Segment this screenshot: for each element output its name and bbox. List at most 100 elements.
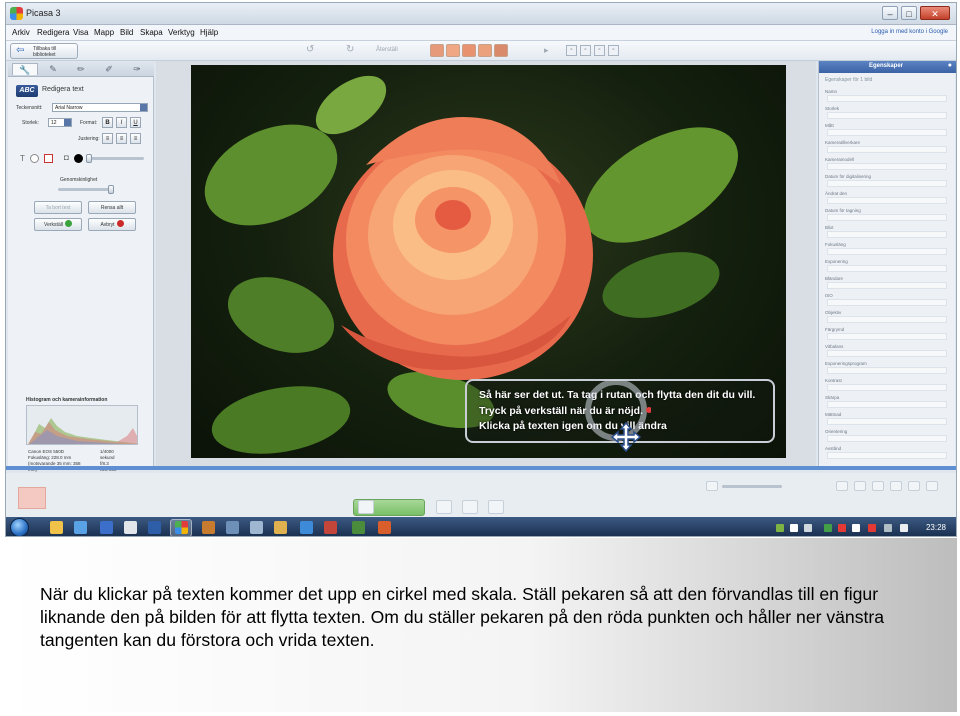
close-button[interactable]: ✕ [920,6,950,20]
tray-icon-d[interactable] [890,481,902,491]
delete-text-button[interactable]: Ta bort text [34,201,82,214]
outline-color-swatch[interactable] [44,154,53,163]
outline-width-slider[interactable] [88,157,144,160]
tray-button-4[interactable] [488,500,504,514]
minimize-button[interactable]: – [882,6,898,20]
tray-button-2[interactable] [436,500,452,514]
taskbar-app6-icon[interactable] [300,521,313,534]
taskbar-powerpoint-icon[interactable] [324,521,337,534]
background-color-icon: ◘ [64,153,69,162]
taskbar-folder-icon[interactable] [50,521,63,534]
systray-icon-1[interactable] [776,524,784,532]
tray-icon-f[interactable] [926,481,938,491]
taskbar-app4-icon[interactable] [250,521,263,534]
zoom-slider[interactable] [722,485,782,488]
tray-thumbnail[interactable] [18,487,46,509]
taskbar-clock[interactable]: 23:28 [926,523,946,532]
size-select[interactable]: 12 [48,118,72,127]
transparency-slider[interactable] [58,188,114,191]
systray-network-icon[interactable] [884,524,892,532]
property-value [827,112,947,119]
outline-width-knob[interactable] [86,154,92,163]
property-label: Kontrast [825,378,842,383]
apply-button[interactable]: Verkställ [34,218,82,231]
bold-button[interactable]: B [102,117,113,128]
font-select[interactable]: Arial Narrow [52,103,148,112]
view-mode-2-icon[interactable]: ▫ [580,45,591,56]
systray-icon-5[interactable] [838,524,846,532]
taskbar-app5-icon[interactable] [274,521,287,534]
systray-icon-4[interactable] [824,524,832,532]
tray-button-3[interactable] [462,500,478,514]
rotate-right-icon[interactable]: ↻ [346,44,354,55]
menu-mapp[interactable]: Mapp [94,28,114,37]
back-label-line2: biblioteket [33,52,56,58]
transparency-knob[interactable] [108,185,114,194]
back-to-library-button[interactable]: ⇦ Tillbaka till biblioteket [10,43,78,59]
systray-flag-icon[interactable] [852,524,860,532]
systray-volume-icon[interactable] [900,524,908,532]
view-mode-4-icon[interactable]: ▫ [608,45,619,56]
taskbar-app7-icon[interactable] [352,521,365,534]
taskbar-app3-icon[interactable] [226,521,239,534]
start-button[interactable] [10,518,29,536]
cancel-button[interactable]: Avbryt [88,218,136,231]
menu-visa[interactable]: Visa [73,28,88,37]
property-value [827,299,947,306]
next-arrow-icon[interactable]: ▸ [544,45,549,56]
text-color-icon: T [20,154,25,163]
background-color-swatch[interactable] [74,154,83,163]
signin-link[interactable]: Logga in med konto i Google [871,29,948,35]
menu-hjalp[interactable]: Hjälp [200,28,218,37]
tab-wrench-icon[interactable]: 🔧 [12,63,38,75]
tab-pen-icon[interactable]: ✏ [68,63,94,75]
view-mode-1-icon[interactable]: ▫ [566,45,577,56]
tab-pen3-icon[interactable]: ✑ [124,63,150,75]
maximize-button[interactable]: □ [901,6,917,20]
filmstrip-thumb-4[interactable] [478,44,492,57]
view-mode-3-icon[interactable]: ▫ [594,45,605,56]
menu-redigera[interactable]: Redigera [37,28,69,37]
rotate-left-icon[interactable]: ↺ [306,44,314,55]
taskbar-app2-icon[interactable] [202,521,215,534]
tray-icon-e[interactable] [908,481,920,491]
italic-button[interactable]: I [116,117,127,128]
taskbar-ie-icon[interactable] [74,521,87,534]
zoom-out-icon[interactable] [706,481,718,491]
toolbar-faded-label[interactable]: Återställ [376,47,398,53]
align-center-button[interactable]: ≡ [116,133,127,144]
filmstrip-thumb-5[interactable] [494,44,508,57]
property-value [827,418,947,425]
filmstrip-thumb-3[interactable] [462,44,476,57]
text-color-swatch[interactable] [30,154,39,163]
properties-close-icon[interactable]: ● [948,62,952,69]
systray-icon-2[interactable] [790,524,798,532]
systray-icon-3[interactable] [804,524,812,532]
tray-button-1[interactable] [358,500,374,514]
property-value [827,401,947,408]
underline-button[interactable]: U [130,117,141,128]
taskbar-app-icon[interactable] [124,521,137,534]
align-right-button[interactable]: ≡ [130,133,141,144]
tab-brush-icon[interactable]: ✎ [40,63,66,75]
taskbar-outlook-icon[interactable] [100,521,113,534]
taskbar-picasa-icon[interactable] [175,521,188,534]
align-left-button[interactable]: ≡ [102,133,113,144]
menu-arkiv[interactable]: Arkiv [12,28,30,37]
tray-icon-c[interactable] [872,481,884,491]
clear-all-button[interactable]: Rensa allt [88,201,136,214]
filmstrip-thumb-2[interactable] [446,44,460,57]
systray-icon-6[interactable] [868,524,876,532]
menu-skapa[interactable]: Skapa [140,28,163,37]
filmstrip-thumb-1[interactable] [430,44,444,57]
property-label: Exponeringsprogram [825,361,867,366]
tray-icon-b[interactable] [854,481,866,491]
taskbar-word-icon[interactable] [148,521,161,534]
tray-icon-a[interactable] [836,481,848,491]
menu-verktyg[interactable]: Verktyg [168,28,195,37]
property-value [827,350,947,357]
taskbar-app8-icon[interactable] [378,521,391,534]
photo-tray [6,473,956,517]
tab-pen2-icon[interactable]: ✐ [96,63,122,75]
menu-bild[interactable]: Bild [120,28,133,37]
